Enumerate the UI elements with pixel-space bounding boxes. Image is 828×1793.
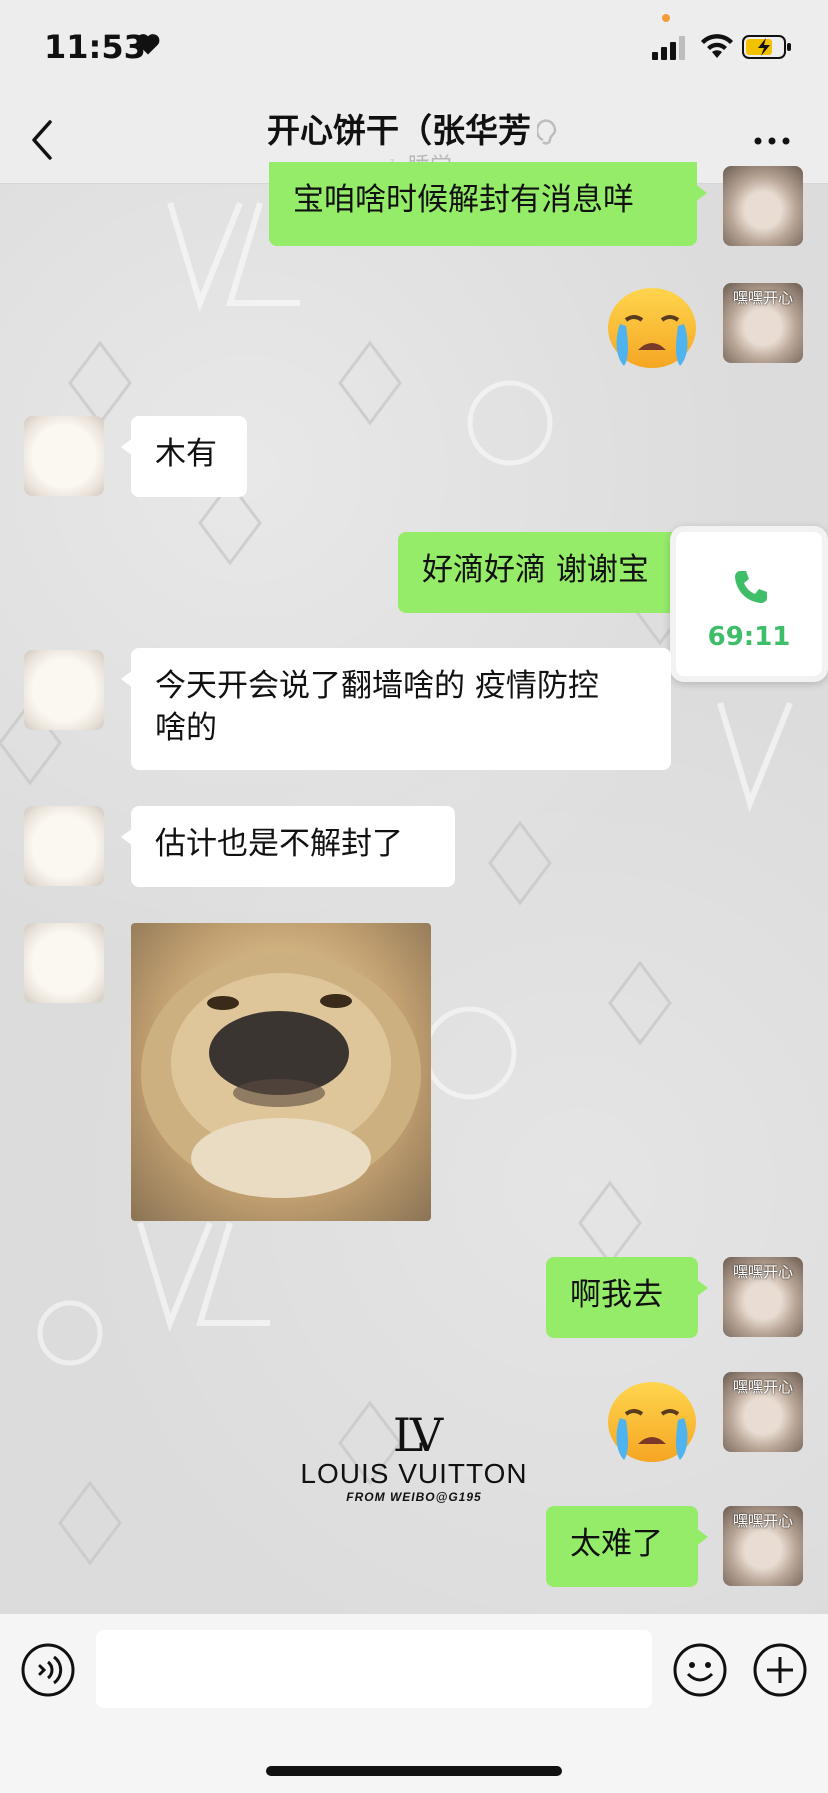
home-indicator[interactable] [266, 1766, 562, 1776]
message-bubble-sent[interactable]: 啊我去 [546, 1257, 708, 1338]
signal-icon [652, 36, 685, 60]
status-time: 11:53 [44, 28, 146, 66]
call-duration: 69:11 [707, 622, 791, 652]
avatar-label: 嘿嘿开心 [732, 1378, 793, 1396]
more-dots-icon[interactable] [752, 134, 792, 148]
avatar-label: 嘿嘿开心 [732, 1512, 793, 1530]
message-text: 好滴好滴 谢谢宝 [422, 552, 649, 588]
avatar-label: 嘿嘿开心 [732, 1263, 793, 1281]
my-avatar[interactable]: 嘿嘿开心 [723, 1372, 803, 1452]
message-text-line: 啥的 [155, 710, 217, 746]
message-input[interactable] [96, 1630, 652, 1708]
my-avatar[interactable]: 嘿嘿开心 [723, 283, 803, 363]
crying-face-emoji[interactable] [604, 1378, 700, 1466]
heart-icon [136, 34, 160, 55]
avatar-label: 嘿嘿开心 [732, 289, 793, 307]
wifi-icon [701, 34, 733, 58]
message-bubble-received[interactable]: 估计也是不解封了 [121, 806, 455, 887]
phone-icon [735, 571, 767, 603]
ear-icon [537, 118, 557, 145]
dog-sticker-image[interactable] [131, 923, 431, 1221]
my-avatar[interactable] [723, 166, 803, 246]
message-bubble-sent[interactable]: 宝咱啥时候解封有消息咩 [269, 162, 707, 246]
message-bubble-sent[interactable]: 好滴好滴 谢谢宝 [398, 532, 698, 613]
contact-avatar[interactable] [24, 650, 104, 730]
message-text-line: 今天开会说了翻墙啥的 疫情防控 [155, 668, 599, 704]
crying-face-emoji[interactable] [604, 284, 700, 372]
contact-avatar[interactable] [24, 416, 104, 496]
battery-charging-icon [742, 35, 791, 59]
chat-background [0, 183, 828, 1613]
contact-avatar[interactable] [24, 923, 104, 1003]
watermark-brand: LOUIS VUITTON [300, 1458, 528, 1489]
message-bubble-sent[interactable]: 太难了 [546, 1506, 708, 1587]
emoji-button[interactable] [672, 1642, 728, 1698]
more-options-plus-button[interactable] [752, 1642, 808, 1698]
message-text: 啊我去 [570, 1277, 663, 1313]
chat-title: 开心饼干（张华芳 [0, 104, 828, 152]
message-text: 宝咱啥时候解封有消息咩 [293, 182, 634, 218]
message-text: 估计也是不解封了 [155, 826, 403, 862]
lv-monogram: LV [392, 1408, 443, 1462]
watermark-credit: FROM WEIBO@G195 [346, 1490, 482, 1504]
watermark-logo: LV LOUIS VUITTON FROM WEIBO@G195 [300, 1412, 528, 1504]
message-text: 木有 [155, 436, 217, 472]
contact-avatar[interactable] [24, 806, 104, 886]
contact-name: 开心饼干（张华芳 [267, 111, 531, 150]
input-bar [0, 1613, 828, 1793]
message-bubble-received[interactable]: 木有 [121, 416, 247, 497]
voice-input-button[interactable] [20, 1642, 76, 1698]
top-bar: 11:53 开心饼干（张华芳 z 睡觉 [0, 0, 828, 184]
message-text: 太难了 [570, 1526, 663, 1562]
floating-call-window[interactable]: 69:11 [670, 526, 828, 682]
my-avatar[interactable]: 嘿嘿开心 [723, 1257, 803, 1337]
message-bubble-received[interactable]: 今天开会说了翻墙啥的 疫情防控 啥的 [121, 648, 671, 770]
my-avatar[interactable]: 嘿嘿开心 [723, 1506, 803, 1586]
mic-in-use-dot [662, 14, 670, 22]
